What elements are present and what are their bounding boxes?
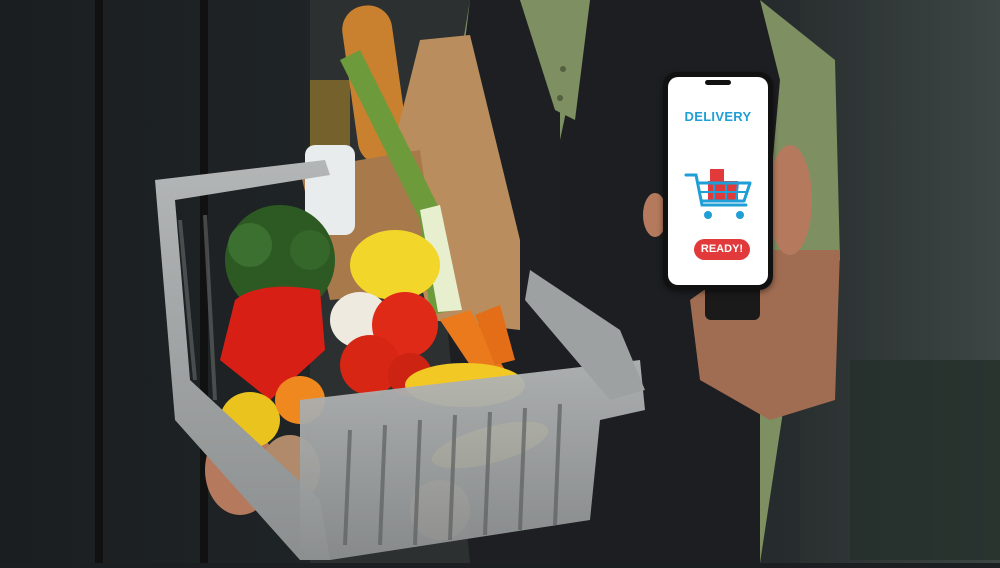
phone-notch	[705, 80, 731, 85]
delivery-photo: DELIVERY READY!	[0, 0, 1000, 563]
ready-badge: READY!	[694, 239, 750, 260]
photo-background	[0, 0, 1000, 563]
delivery-title: DELIVERY	[684, 109, 752, 124]
shopping-cart-icon	[684, 169, 752, 219]
smartphone: DELIVERY READY!	[663, 72, 773, 290]
phone-screen: DELIVERY READY!	[668, 77, 768, 285]
